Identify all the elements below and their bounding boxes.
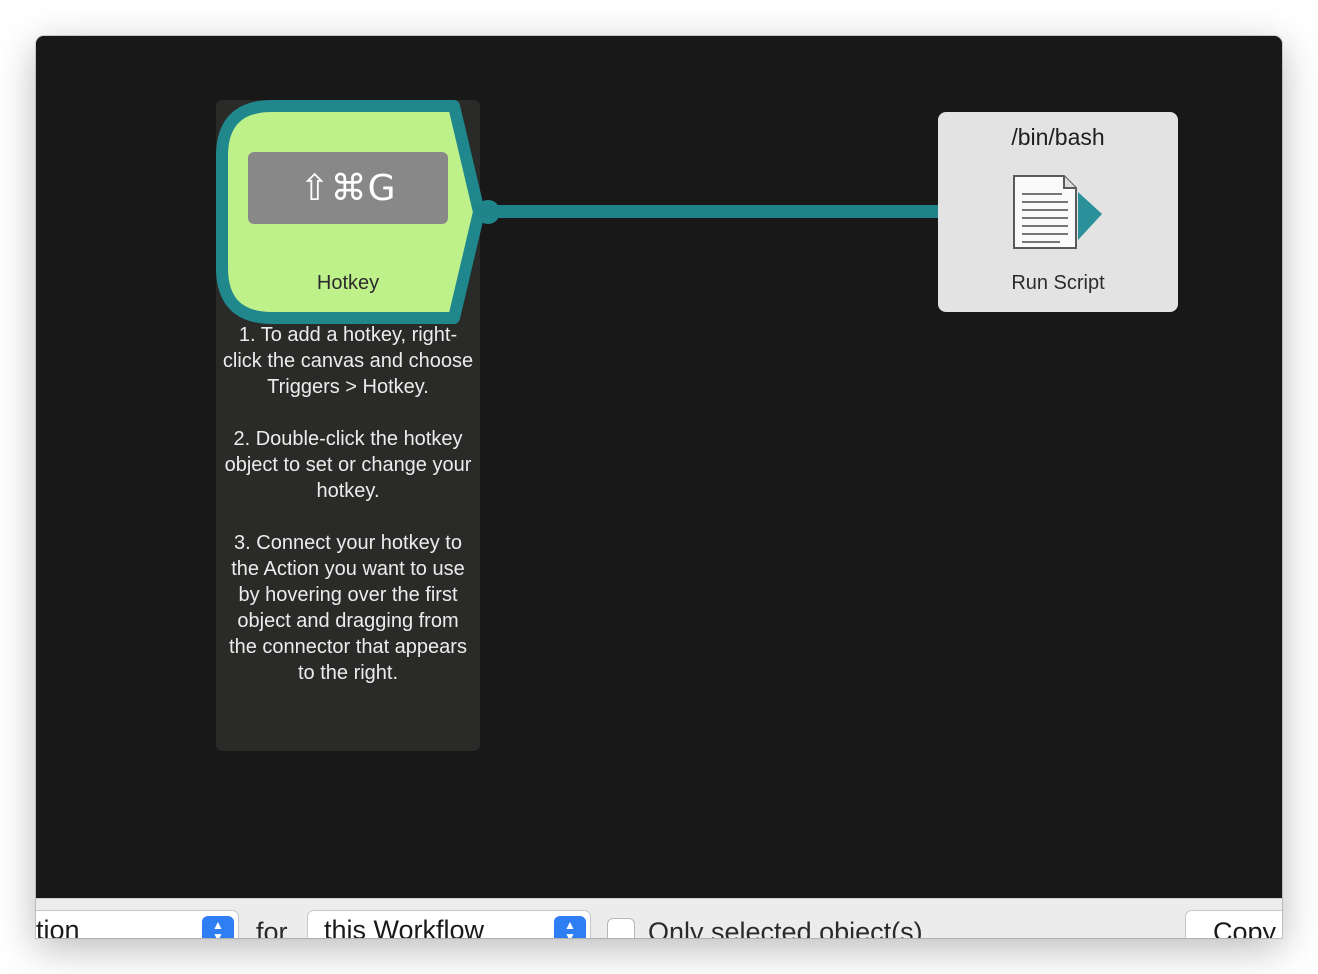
scope-popup-stepper-icon: ▲ ▼ xyxy=(202,916,234,938)
run-script-label: Run Script xyxy=(1011,272,1105,294)
instruction-step-2: 2. Double-click the hotkey object to set… xyxy=(224,428,472,502)
copy-button[interactable]: Copy xyxy=(1186,911,1282,938)
for-label: for xyxy=(256,917,288,938)
scope-popup-value: tion xyxy=(36,915,80,938)
hotkey-instructions: 1. To add a hotkey, right-click the canv… xyxy=(222,322,474,686)
scope-popup[interactable]: tion ▲ ▼ xyxy=(36,911,238,938)
copy-button-label: Copy xyxy=(1213,917,1277,938)
script-language-title: /bin/bash xyxy=(1011,124,1105,150)
workflow-popup-value: this Workflow xyxy=(324,915,485,938)
hotkey-label: Hotkey xyxy=(316,272,380,294)
hotkey-shortcut-display: ⇧⌘G xyxy=(248,152,448,224)
instruction-step-1: 1. To add a hotkey, right-click the canv… xyxy=(222,324,474,398)
only-selected-checkbox[interactable] xyxy=(608,919,634,938)
bottom-toolbar: tion ▲ ▼ for this Workflow ▲ ▼ Only select… xyxy=(36,898,1282,938)
script-document-icon xyxy=(1013,175,1102,249)
run-script-action-object[interactable]: /bin/bash Run Script xyxy=(938,112,1178,312)
workflow-scope-popup[interactable]: this Workflow ▲ ▼ xyxy=(308,911,590,938)
alfred-workflow-window: ⇧⌘G Hotkey 1. To add a hotkey, right-cli… xyxy=(36,36,1282,938)
connection-line[interactable] xyxy=(476,194,946,230)
only-selected-label[interactable]: Only selected object(s) xyxy=(648,917,923,938)
instruction-step-3: 3. Connect your hotkey to the Action you… xyxy=(229,532,467,684)
workflow-canvas[interactable]: ⇧⌘G Hotkey 1. To add a hotkey, right-cli… xyxy=(36,36,1282,898)
workflow-popup-stepper-icon: ▲ ▼ xyxy=(554,916,586,938)
